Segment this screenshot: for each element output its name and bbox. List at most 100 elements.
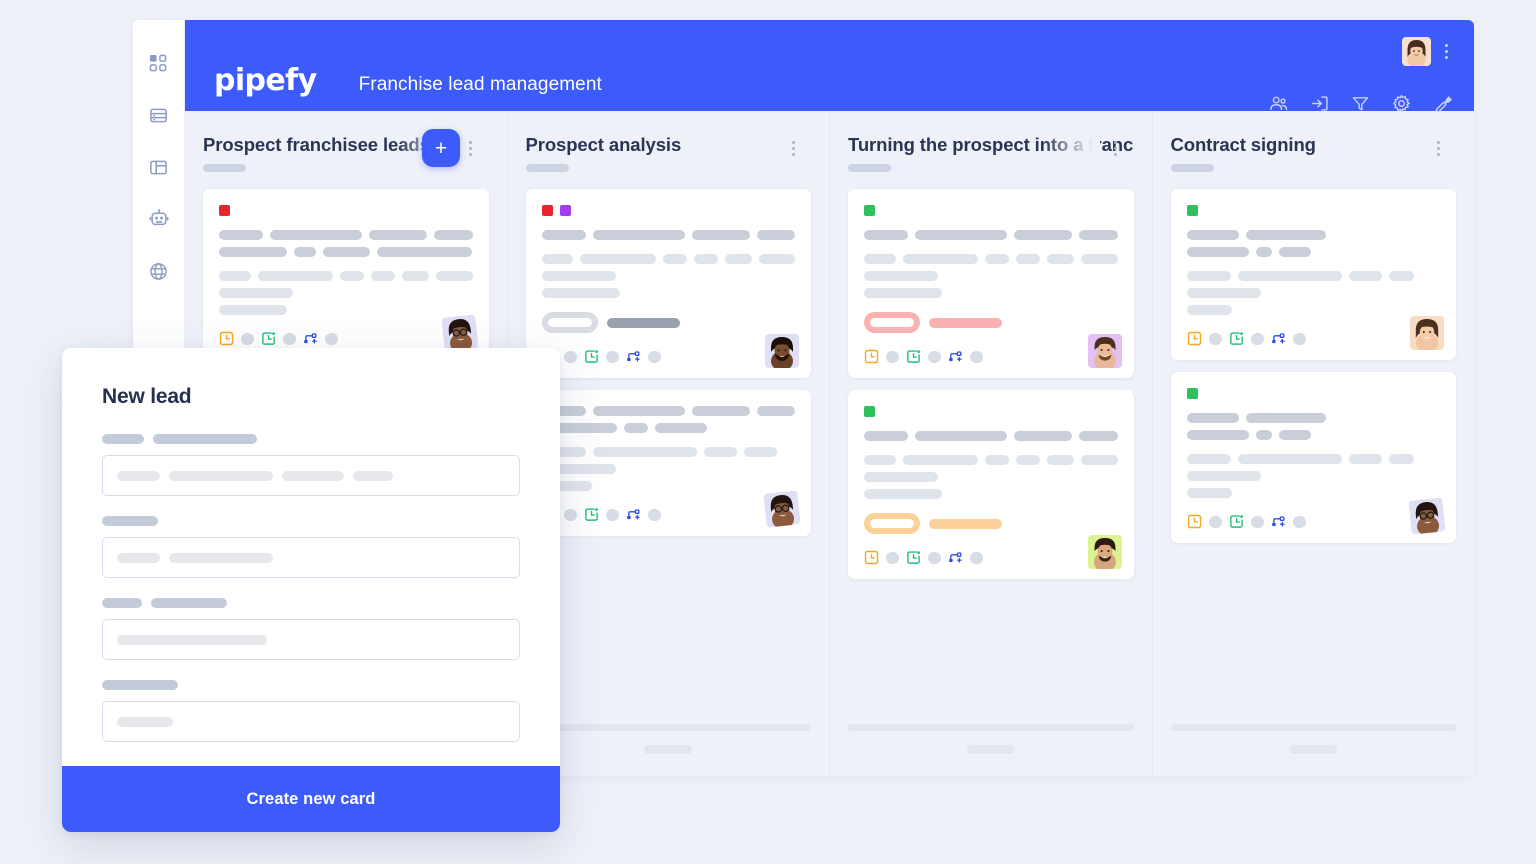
card-due-badge [864,513,920,534]
board-menu-kebab[interactable] [1440,41,1452,63]
sidebar-item-database[interactable] [146,102,172,128]
modal-title: New lead [102,385,192,408]
column-card-list [848,189,1134,776]
card-assignee-avatar[interactable] [1408,497,1446,535]
board-card[interactable] [525,390,811,536]
column-menu-kebab[interactable] [1432,137,1444,159]
card-body-skeleton-row [219,288,473,298]
card-assignee-avatar[interactable] [765,334,799,368]
card-tag [559,205,571,216]
skeleton-bar [1186,430,1249,440]
skeleton-bar [1186,454,1231,464]
avatar[interactable] [1402,37,1431,66]
board-card[interactable] [1170,372,1456,543]
skeleton-bar [353,470,393,481]
calendar-task-icon[interactable] [906,550,921,565]
board-card[interactable] [848,189,1134,378]
card-assignee-avatar[interactable] [763,490,801,528]
card-assignee-avatar[interactable] [1087,535,1122,569]
pipefy-logo[interactable]: pipefy [214,66,317,96]
field-input[interactable] [102,701,520,742]
field-label-skeleton [102,598,520,608]
field-input[interactable] [102,537,520,578]
skeleton-bar [1186,230,1239,240]
skeleton-bar [1014,230,1073,240]
card-tag [541,205,553,216]
board-card[interactable] [525,189,811,378]
field-input[interactable] [102,619,520,660]
topbar-account-group [1402,37,1452,66]
board-card[interactable] [1170,189,1456,360]
globe-icon [149,262,168,281]
card-meta-skeleton [283,332,296,345]
calendar-task-icon[interactable] [584,507,599,522]
calendar-task-icon[interactable] [261,331,276,346]
column-menu-kebab[interactable] [465,137,477,159]
skeleton-bar [153,434,257,444]
field-input[interactable] [102,455,520,496]
skeleton-bar [1255,430,1272,440]
card-meta-skeleton [1208,332,1222,345]
card-meta-row [1187,331,1441,346]
card-badge-bar [606,317,680,328]
flow-nodes-icon[interactable] [303,331,318,346]
card-meta-skeleton [886,551,899,564]
column-footer [525,724,811,776]
clock-square-icon[interactable] [1187,331,1202,346]
card-tag-list [1186,388,1441,399]
skeleton-bar [902,254,979,264]
clock-square-icon[interactable] [219,331,234,346]
flow-nodes-icon[interactable] [1271,514,1286,529]
skeleton-bar [1278,247,1311,257]
skeleton-bar [1047,254,1075,264]
skeleton-bar [219,247,288,257]
skeleton-bar [691,230,750,240]
skeleton-bar [169,470,273,481]
card-meta-row [542,507,796,522]
card-assignee-avatar[interactable] [1087,334,1122,368]
calendar-task-icon[interactable] [584,349,599,364]
board-card[interactable] [203,189,489,360]
add-card-button[interactable]: + [422,129,460,167]
clock-square-icon[interactable] [1187,514,1202,529]
skeleton-bar [541,230,586,240]
card-assignee-avatar[interactable] [1410,316,1444,350]
calendar-task-icon[interactable] [1229,331,1244,346]
flow-nodes-icon[interactable] [1271,331,1286,346]
column-menu-kebab[interactable] [1110,137,1122,159]
skeleton-bar [219,305,287,315]
create-new-card-button[interactable]: Create new card [62,766,560,832]
skeleton-bar [864,254,896,264]
card-tag-list [864,406,1118,417]
skeleton-bar [864,455,896,465]
skeleton-bar [902,455,979,465]
flow-nodes-icon[interactable] [948,349,963,364]
card-meta-skeleton [1250,515,1264,528]
sidebar-item-automations[interactable] [146,206,172,232]
flow-nodes-icon[interactable] [948,550,963,565]
skeleton-bar [541,254,574,264]
flow-nodes-icon[interactable] [626,507,641,522]
calendar-task-icon[interactable] [1229,514,1244,529]
card-title-skeleton-row [1186,413,1441,423]
card-meta-skeleton [1292,332,1306,345]
clock-square-icon[interactable] [864,550,879,565]
flow-nodes-icon[interactable] [626,349,641,364]
skeleton-bar [1237,454,1342,464]
column-footer [848,724,1134,776]
sidebar-item-public-form[interactable] [146,258,172,284]
card-assignee-avatar[interactable] [440,314,479,352]
skeleton-bar [662,254,687,264]
skeleton-bar [1348,454,1382,464]
card-tag-list [541,205,796,216]
skeleton-bar [864,230,909,240]
board-card[interactable] [848,390,1134,579]
column-menu-kebab[interactable] [787,137,799,159]
sidebar-item-layout[interactable] [146,154,172,180]
calendar-task-icon[interactable] [906,349,921,364]
sidebar-item-dashboard[interactable] [146,50,172,76]
skeleton-bar [117,552,160,563]
card-meta-skeleton [970,350,983,363]
clock-square-icon[interactable] [864,349,879,364]
card-badge-bar [929,518,1002,529]
